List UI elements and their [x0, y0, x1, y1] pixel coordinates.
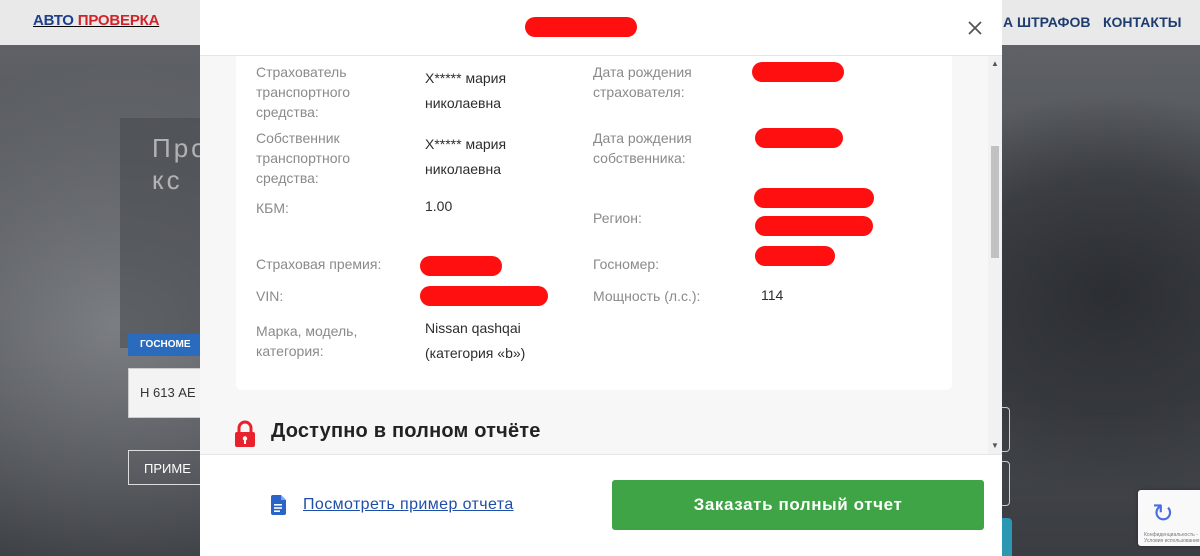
label-region: Регион: [593, 210, 642, 226]
value-make-model: Nissan qashqai (категория «b») [425, 320, 526, 361]
label-plate: Госномер: [593, 256, 660, 272]
value-owner: Х***** мария николаевна [425, 136, 507, 177]
site-logo[interactable]: АВТО ПРОВЕРКА [33, 12, 159, 29]
label-vin: VIN: [256, 288, 284, 304]
value-insurer: Х***** мария николаевна [425, 70, 507, 111]
label-owner: Собственник транспортного средства: [256, 130, 351, 186]
modal-footer: Посмотреть пример отчета Заказать полный… [200, 454, 1002, 556]
value-insurer-dob-redacted [752, 62, 844, 82]
value-owner-dob-redacted [755, 128, 843, 148]
close-icon[interactable] [964, 17, 986, 39]
plate-input[interactable]: Н 613 АЕ [128, 368, 202, 418]
plate-label: ГОСНОМЕ [128, 334, 202, 356]
logo-part1: АВТО [33, 12, 74, 29]
example-button[interactable]: ПРИМЕ [128, 450, 202, 485]
recaptcha-text: Конфиденциальность - Условия использован… [1144, 532, 1200, 544]
scroll-thumb[interactable] [991, 146, 999, 258]
document-icon [271, 495, 286, 515]
modal-header [200, 0, 1002, 56]
value-region-redacted [754, 188, 874, 208]
scroll-up-arrow-icon[interactable]: ▲ [988, 58, 1002, 70]
value-power: 114 [761, 287, 784, 303]
value-plate-redacted [755, 246, 835, 266]
value-kbm: 1.00 [425, 198, 453, 214]
value-premium-redacted [420, 256, 502, 276]
label-owner-dob: Дата рождения собственника: [593, 130, 692, 166]
order-full-report-button[interactable]: Заказать полный отчет [612, 480, 984, 530]
view-example-report-link[interactable]: Посмотреть пример отчета [303, 496, 514, 514]
label-kbm: КБМ: [256, 200, 289, 216]
label-power: Мощность (л.с.): [593, 288, 701, 304]
value-region-redacted [755, 216, 873, 236]
nav-item-fines[interactable]: А ШТРАФОВ [1003, 14, 1090, 30]
recaptcha-icon: ↻ [1152, 498, 1174, 528]
full-report-title: Доступно в полном отчёте [271, 420, 541, 442]
label-premium: Страховая премия: [256, 256, 382, 272]
nav-item-contacts[interactable]: КОНТАКТЫ [1103, 14, 1181, 30]
scroll-down-arrow-icon[interactable]: ▼ [988, 440, 1002, 452]
logo-part2: ПРОВЕРКА [77, 12, 160, 29]
modal-body: Страхователь транспортного средства: Х**… [200, 56, 988, 454]
label-make-model: Марка, модель, категория: [256, 323, 358, 359]
report-modal: Страхователь транспортного средства: Х**… [200, 0, 1002, 556]
label-insurer-dob: Дата рождения страхователя: [593, 64, 692, 100]
modal-scrollbar[interactable]: ▲ ▼ [988, 56, 1002, 454]
lock-icon [235, 420, 255, 447]
value-vin-redacted [420, 286, 548, 306]
modal-title-redacted [525, 17, 637, 37]
label-insurer: Страхователь транспортного средства: [256, 64, 351, 120]
policy-info-card: Страхователь транспортного средства: Х**… [236, 56, 952, 390]
recaptcha-badge[interactable]: ↻ Конфиденциальность - Условия использов… [1138, 490, 1200, 546]
